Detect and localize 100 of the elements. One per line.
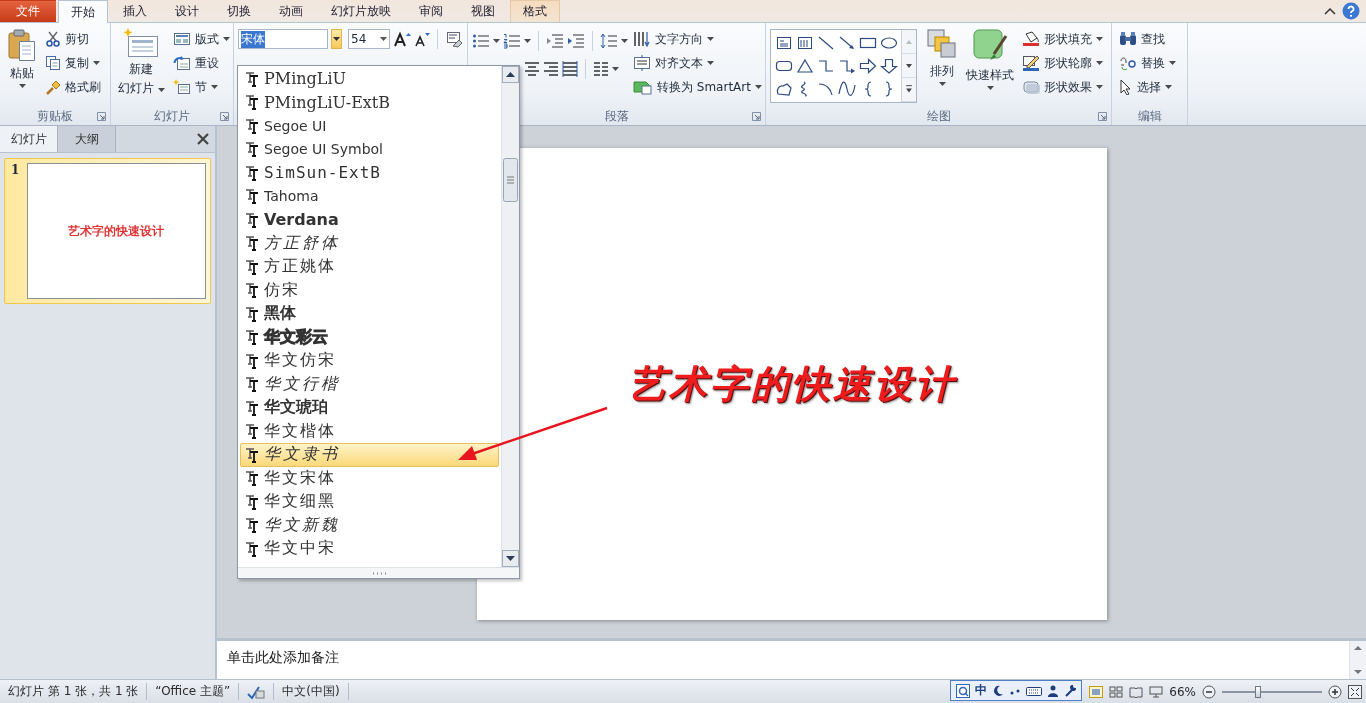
ribbon-tab[interactable]: 开始 (58, 0, 108, 23)
ribbon-tab[interactable]: 设计 (162, 0, 212, 22)
font-option[interactable]: PMingLiU (240, 67, 499, 91)
line-icon[interactable] (816, 34, 835, 51)
new-slide-button[interactable]: 新建 幻灯片 (115, 26, 168, 107)
ribbon-tab[interactable]: 幻灯片放映 (318, 0, 404, 22)
replace-button[interactable]: 替换 (1116, 52, 1179, 74)
dialog-launcher-icon[interactable] (1098, 111, 1107, 121)
zoom-in-icon[interactable] (1328, 684, 1342, 699)
spell-check-icon[interactable] (247, 684, 266, 699)
help-icon[interactable] (1342, 2, 1360, 20)
moon-icon[interactable] (992, 684, 1004, 697)
shape-effects-button[interactable]: 形状效果 (1019, 76, 1106, 98)
dialog-launcher-icon[interactable] (220, 111, 229, 121)
caret-icon[interactable] (986, 86, 994, 90)
caret-icon[interactable] (707, 61, 714, 65)
vertical-text-box-icon[interactable] (795, 34, 814, 51)
layout-button[interactable]: 版式 (169, 28, 233, 50)
selected-slide-highlight[interactable]: 1 艺术字的快速设计 (4, 158, 211, 304)
keyboard-icon[interactable] (1026, 684, 1042, 697)
caret-icon[interactable] (93, 61, 100, 65)
right-arrow-icon[interactable] (858, 57, 877, 74)
wave-icon[interactable] (837, 80, 856, 97)
input-mode[interactable]: 中 (975, 682, 987, 699)
font-name-field[interactable]: 宋体 (238, 29, 328, 49)
align-right-icon[interactable] (543, 61, 559, 77)
zoom-out-icon[interactable] (1202, 684, 1216, 699)
curve-icon[interactable] (816, 80, 835, 97)
section-button[interactable]: 节 (169, 76, 233, 98)
copy-button[interactable]: 复制 (42, 52, 104, 74)
decrease-indent-icon[interactable] (546, 33, 564, 49)
scroll-down-icon[interactable] (902, 54, 916, 78)
caret-icon[interactable] (524, 39, 531, 43)
text-direction-button[interactable]: 文字方向 (630, 28, 765, 50)
caret-icon[interactable] (707, 37, 714, 41)
slide-thumbnail[interactable]: 艺术字的快速设计 (26, 163, 206, 299)
zoom-slider-thumb[interactable] (1255, 685, 1261, 698)
font-dropdown-button[interactable] (331, 29, 342, 49)
numbered-list-icon[interactable] (503, 33, 521, 49)
language-indicator[interactable]: 中文(中国) (274, 683, 349, 700)
slide-sorter-icon[interactable] (1109, 685, 1124, 698)
arrow-line-icon[interactable] (837, 34, 856, 51)
caret-icon[interactable] (1096, 85, 1103, 89)
reading-view-icon[interactable] (1129, 685, 1144, 698)
caret-icon[interactable] (1096, 37, 1103, 41)
elbow-arrow-icon[interactable] (837, 57, 856, 74)
font-dropdown-list[interactable]: PMingLiU PMingLiU-ExtB Segoe UI Segoe UI Symbol SimSun-ExtB Tahoma Verdana 方正舒体 方正姚体 仿宋 黑体 华文彩云 华文仿宋 华文行楷 华文琥珀 华文楷体 华文隶书 华文宋体 华文细黑 华文新魏 华文中宋 (237, 65, 520, 579)
caret-icon[interactable] (1165, 85, 1172, 89)
ribbon-tab[interactable]: 插入 (110, 0, 160, 22)
arrange-button[interactable]: 排列 (923, 26, 961, 107)
text-box-icon[interactable] (774, 34, 793, 51)
paste-button[interactable]: 粘贴 (4, 26, 40, 107)
font-option[interactable]: 华文隶书 (240, 443, 499, 467)
language-bar[interactable]: 中 (950, 680, 1082, 701)
justify-icon[interactable] (562, 61, 578, 77)
font-size-field[interactable]: 54 (348, 29, 390, 49)
close-icon[interactable] (197, 133, 209, 145)
columns-icon[interactable] (593, 61, 609, 77)
reset-button[interactable]: 重设 (169, 52, 233, 74)
scroll-up-button[interactable] (502, 66, 519, 83)
caret-icon[interactable] (938, 82, 946, 86)
format-painter-button[interactable]: 格式刷 (42, 76, 104, 98)
fit-to-window-icon[interactable] (1348, 684, 1362, 699)
caret-icon[interactable] (612, 67, 619, 71)
scroll-thumb[interactable] (503, 158, 518, 202)
shape-outline-button[interactable]: 形状轮廓 (1019, 52, 1106, 74)
quick-styles-button[interactable]: 快速样式 (963, 26, 1017, 107)
gallery-more-icon[interactable] (902, 78, 916, 102)
ribbon-tab[interactable]: 切换 (214, 0, 264, 22)
wordart-text[interactable]: 艺术字的快速设计 (619, 354, 964, 414)
caret-icon[interactable] (380, 37, 387, 41)
down-arrow-icon[interactable] (879, 57, 898, 74)
slide-canvas[interactable]: 艺术字的快速设计 (476, 148, 1107, 620)
grow-font-icon[interactable] (393, 31, 411, 47)
caret-icon[interactable] (222, 37, 230, 41)
caret-icon[interactable] (333, 37, 340, 41)
font-option[interactable]: Segoe UI (240, 114, 499, 138)
convert-smartart-button[interactable]: 转换为 SmartArt (630, 76, 765, 98)
zoom-slider-track[interactable] (1222, 685, 1322, 698)
font-option[interactable]: PMingLiU-ExtB (240, 90, 499, 114)
wrench-icon[interactable] (1064, 684, 1076, 697)
dialog-launcher-icon[interactable] (752, 111, 761, 121)
caret-icon[interactable] (1096, 61, 1103, 65)
triangle-icon[interactable] (795, 57, 814, 74)
ribbon-tab[interactable]: 视图 (458, 0, 508, 22)
scroll-down-button[interactable] (502, 550, 519, 567)
bullet-list-icon[interactable] (472, 33, 490, 49)
person-icon[interactable] (1047, 684, 1059, 697)
align-text-button[interactable]: 对齐文本 (630, 52, 765, 74)
eraser-icon[interactable] (445, 30, 463, 48)
line-spacing-icon[interactable] (600, 33, 618, 49)
shape-fill-button[interactable]: 形状填充 (1019, 28, 1106, 50)
caret-icon[interactable] (493, 39, 500, 43)
ribbon-tab[interactable]: 审阅 (406, 0, 456, 22)
panel-tab[interactable]: 大纲 (58, 126, 116, 152)
oval-icon[interactable] (879, 34, 898, 51)
caret-icon[interactable] (210, 85, 218, 89)
dialog-launcher-icon[interactable] (97, 111, 106, 121)
ribbon-tab[interactable]: 格式 (510, 0, 560, 22)
ime-icon[interactable] (956, 683, 970, 698)
